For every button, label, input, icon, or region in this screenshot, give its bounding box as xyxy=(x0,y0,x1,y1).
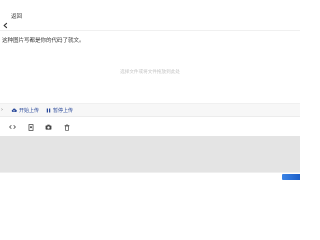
toolbar-edge-icon: › xyxy=(1,106,3,113)
camera-icon[interactable] xyxy=(45,124,52,131)
back-label: 返回 xyxy=(11,13,23,20)
cloud-upload-icon xyxy=(11,107,17,113)
submit-button[interactable] xyxy=(282,174,300,180)
upload-area[interactable]: 这种图片写都是你的代码了就文。 选择文件或将文件拖放到此处 xyxy=(0,30,300,104)
preview-panel xyxy=(0,136,300,172)
upload-toolbar: › 开始上传 暂停上传 xyxy=(0,104,300,117)
pause-icon xyxy=(46,108,51,113)
attachment-tools xyxy=(0,120,300,134)
pause-upload-label: 暂停上传 xyxy=(53,107,74,114)
start-upload-label: 开始上传 xyxy=(19,107,40,114)
code-icon[interactable] xyxy=(9,124,16,131)
trash-icon[interactable] xyxy=(63,123,70,131)
file-icon[interactable] xyxy=(27,123,34,131)
upload-instruction: 这种图片写都是你的代码了就文。 xyxy=(2,38,85,44)
pause-upload-button[interactable]: 暂停上传 xyxy=(46,107,73,114)
drop-hint: 选择文件或将文件拖放到此处 xyxy=(120,70,180,75)
start-upload-button[interactable]: 开始上传 xyxy=(11,107,39,114)
back-link[interactable]: 返回 xyxy=(2,12,23,28)
divider xyxy=(0,172,300,173)
back-arrow-icon xyxy=(2,14,9,28)
